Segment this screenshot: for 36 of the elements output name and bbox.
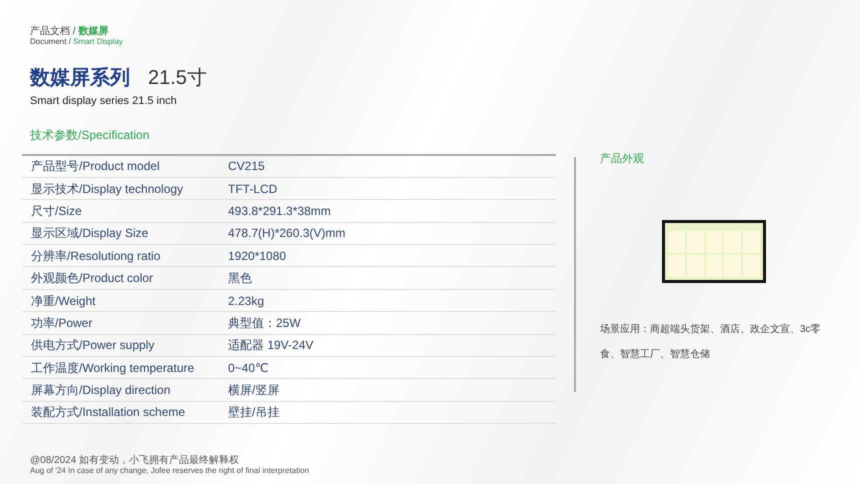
breadcrumb-separator: / [68, 37, 72, 46]
spec-value: 典型值：25W [228, 314, 301, 332]
spec-value: 478.7(H)*260.3(V)mm [228, 225, 346, 242]
spec-value: 1920*1080 [228, 248, 286, 265]
spec-label: 工作温度/Working temperature [30, 360, 196, 377]
spec-value: 493.8*291.3*38mm [228, 202, 331, 220]
size-title: 21.5寸 [148, 66, 207, 91]
appearance-title: 产品外观 [600, 152, 645, 167]
spec-value: TFT-LCD [228, 180, 278, 198]
spec-label: 产品型号/Product model [30, 158, 161, 176]
spec-label: 装配方式/Installation scheme [30, 404, 186, 422]
spec-label: 功率/Power [30, 314, 94, 332]
spec-label: 供电方式/Power supply [30, 337, 156, 354]
spec-label: 屏幕方向/Display direction [30, 382, 172, 400]
spec-label: 外观颜色/Product color [30, 270, 154, 288]
spec-value: 横屏/竖屏 [228, 382, 280, 400]
breadcrumb-item[interactable]: 产品文档 [30, 26, 70, 37]
spec-label: 分辨率/Resolutiong ratio [30, 248, 162, 265]
breadcrumb-separator: / [72, 26, 77, 37]
subtitle: Smart display series 21.5 inch [29, 94, 178, 109]
footer-notice-english: Aug of '24 In case of any change, Jofee reserves the right of final interpretation [30, 466, 310, 476]
spec-label: 显示技术/Display technology [30, 180, 184, 198]
spec-label: 显示区域/Display Size [30, 225, 150, 242]
spec-label: 尺寸/Size [30, 202, 83, 220]
spec-label: 净重/Weight [30, 292, 96, 310]
scenario-text: 场景应用：商超端头货架、酒店、政企文宣、3c零食、智慧工厂、智慧仓储 [600, 322, 822, 362]
spec-value: 适配器 19V-24V [228, 337, 314, 354]
spec-value: 黑色 [228, 270, 252, 288]
footer-notice: @08/2024 如有变动，小飞拥有产品最终解释权 [30, 455, 240, 466]
section-title: 技术参数/Specification [29, 126, 150, 144]
spec-value: CV215 [228, 158, 265, 176]
spec-value: 2.23kg [228, 292, 264, 310]
spec-value: 0~40℃ [228, 360, 269, 377]
spec-value: 壁挂/吊挂 [228, 404, 280, 422]
series-title: 数媒屏系列 [30, 66, 130, 91]
breadcrumb-item[interactable]: Document [30, 37, 66, 46]
